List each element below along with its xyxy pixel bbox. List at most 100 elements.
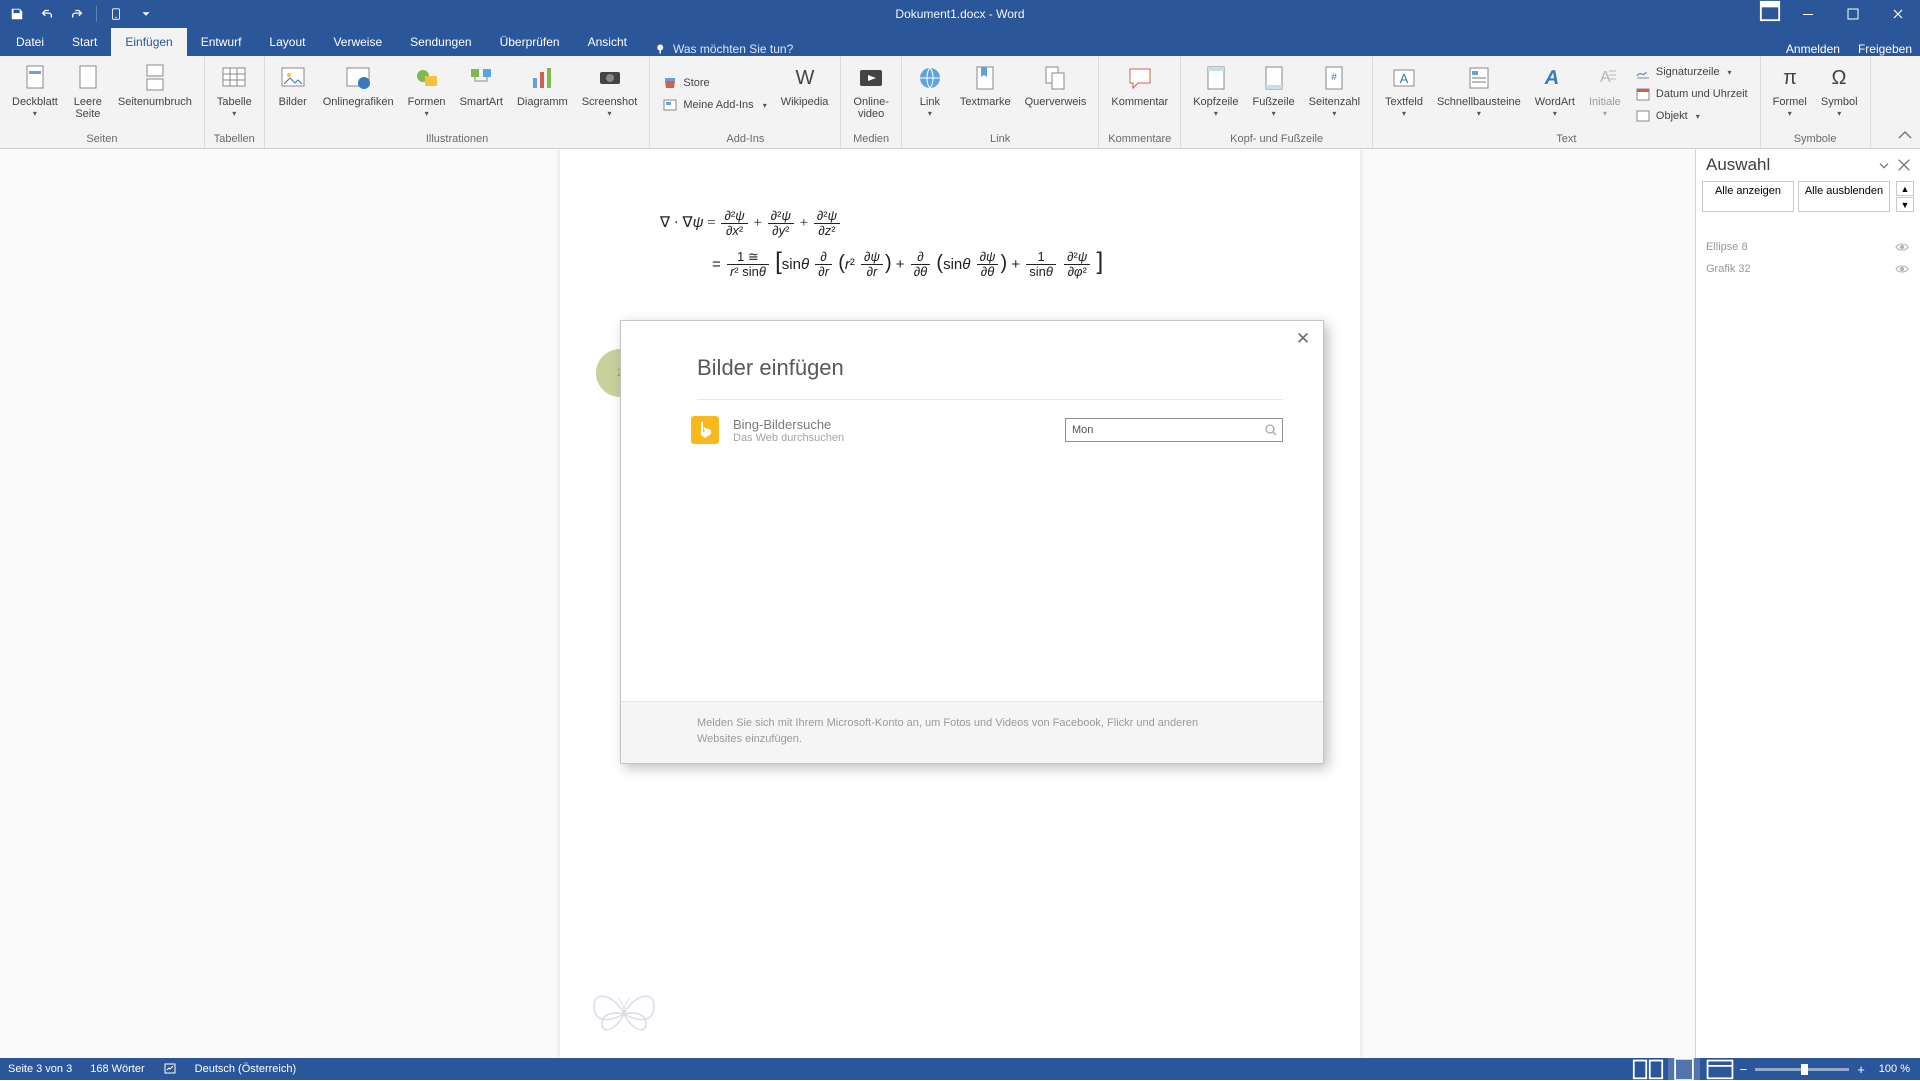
quick-access-toolbar xyxy=(0,3,159,25)
tab-home[interactable]: Start xyxy=(58,28,111,56)
status-language[interactable]: Deutsch (Österreich) xyxy=(195,1063,296,1075)
signin-link[interactable]: Anmelden xyxy=(1786,42,1840,56)
tab-insert[interactable]: Einfügen xyxy=(111,28,186,56)
textbox-icon: A xyxy=(1388,62,1420,94)
view-print-layout[interactable] xyxy=(1668,1058,1700,1080)
hyperlink-button[interactable]: Link▾ xyxy=(908,59,952,129)
pane-close-button[interactable] xyxy=(1896,157,1912,173)
tab-view[interactable]: Ansicht xyxy=(574,28,641,56)
group-label-headerfooter: Kopf- und Fußzeile xyxy=(1230,133,1323,148)
zoom-level[interactable]: 100 % xyxy=(1879,1063,1910,1075)
online-pictures-button[interactable]: Onlinegrafiken xyxy=(317,59,400,129)
table-button[interactable]: Tabelle▾ xyxy=(211,59,258,129)
comment-button[interactable]: Kommentar xyxy=(1105,59,1174,129)
zoom-in-button[interactable]: + xyxy=(1857,1062,1865,1077)
table-icon xyxy=(218,62,250,94)
equation-button[interactable]: πFormel▾ xyxy=(1767,59,1813,129)
save-button[interactable] xyxy=(4,3,30,25)
my-addins-icon xyxy=(662,97,678,113)
bing-search-input[interactable] xyxy=(1072,424,1264,436)
bring-forward-button[interactable]: ▲ xyxy=(1896,181,1914,196)
maximize-button[interactable] xyxy=(1830,0,1875,28)
tell-me-placeholder: Was möchten Sie tun? xyxy=(673,42,793,56)
status-proofing-icon[interactable] xyxy=(163,1061,177,1078)
bing-search-box[interactable] xyxy=(1065,418,1283,442)
send-backward-button[interactable]: ▼ xyxy=(1896,197,1914,212)
wordart-button[interactable]: AWordArt▾ xyxy=(1529,59,1581,129)
cover-page-button[interactable]: Deckblatt▾ xyxy=(6,59,64,129)
status-bar: Seite 3 von 3 168 Wörter Deutsch (Österr… xyxy=(0,1058,1920,1080)
ribbon-display-options[interactable] xyxy=(1759,0,1781,22)
minimize-button[interactable] xyxy=(1785,0,1830,28)
blank-page-button[interactable]: Leere Seite xyxy=(66,59,110,129)
screenshot-button[interactable]: Screenshot▾ xyxy=(576,59,644,129)
qat-customize-button[interactable] xyxy=(133,3,159,25)
signature-line-icon xyxy=(1635,64,1651,80)
butterfly-graphic[interactable] xyxy=(588,974,660,1046)
drop-cap-button[interactable]: AInitiale▾ xyxy=(1583,59,1627,129)
collapse-ribbon-button[interactable] xyxy=(1896,126,1914,144)
touch-mode-button[interactable] xyxy=(103,3,129,25)
footer-button[interactable]: Fußzeile▾ xyxy=(1246,59,1300,129)
equation-object[interactable]: ∇ · ∇ψ = ∂²ψ∂x² + ∂²ψ∂y² + ∂²ψ∂z² = 1 ≅r… xyxy=(660,209,1260,281)
wikipedia-button[interactable]: WWikipedia xyxy=(775,59,835,129)
undo-button[interactable] xyxy=(34,3,60,25)
pictures-button[interactable]: Bilder xyxy=(271,59,315,129)
svg-text:A: A xyxy=(1400,71,1409,86)
header-icon xyxy=(1200,62,1232,94)
selection-item-label: Grafik 32 xyxy=(1706,263,1751,275)
show-all-button[interactable]: Alle anzeigen xyxy=(1702,181,1794,212)
symbol-button[interactable]: ΩSymbol▾ xyxy=(1815,59,1864,129)
signature-line-button[interactable]: Signaturzeile▾ xyxy=(1629,62,1754,82)
page-number-button[interactable]: #Seitenzahl▾ xyxy=(1303,59,1366,129)
cross-reference-button[interactable]: Querverweis xyxy=(1019,59,1093,129)
tab-design[interactable]: Entwurf xyxy=(187,28,256,56)
view-web-layout[interactable] xyxy=(1704,1058,1736,1080)
tab-references[interactable]: Verweise xyxy=(319,28,396,56)
visibility-toggle[interactable] xyxy=(1894,261,1910,277)
online-video-button[interactable]: Online- video xyxy=(847,59,894,129)
date-time-button[interactable]: Datum und Uhrzeit xyxy=(1629,84,1754,104)
search-icon[interactable] xyxy=(1264,423,1278,437)
status-page[interactable]: Seite 3 von 3 xyxy=(8,1063,72,1075)
dialog-close-button[interactable]: ✕ xyxy=(1291,327,1315,351)
chart-button[interactable]: Diagramm xyxy=(511,59,574,129)
zoom-out-button[interactable]: − xyxy=(1740,1062,1748,1077)
svg-text:A: A xyxy=(1543,67,1562,89)
store-button[interactable]: Store xyxy=(656,73,772,93)
view-read-mode[interactable] xyxy=(1632,1058,1664,1080)
quick-parts-button[interactable]: Schnellbausteine▾ xyxy=(1431,59,1527,129)
selection-item[interactable]: Grafik 32 xyxy=(1696,258,1920,280)
status-word-count[interactable]: 168 Wörter xyxy=(90,1063,144,1075)
tell-me-search[interactable]: Was möchten Sie tun? xyxy=(641,42,793,56)
smartart-button[interactable]: SmartArt xyxy=(454,59,509,129)
header-button[interactable]: Kopfzeile▾ xyxy=(1187,59,1244,129)
shapes-button[interactable]: Formen▾ xyxy=(402,59,452,129)
textbox-button[interactable]: ATextfeld▾ xyxy=(1379,59,1429,129)
page-break-button[interactable]: Seitenumbruch xyxy=(112,59,198,129)
cross-reference-icon xyxy=(1039,62,1071,94)
close-button[interactable] xyxy=(1875,0,1920,28)
bookmark-button[interactable]: Textmarke xyxy=(954,59,1017,129)
tab-mailings[interactable]: Sendungen xyxy=(396,28,485,56)
tab-review[interactable]: Überprüfen xyxy=(486,28,574,56)
title-bar: Dokument1.docx - Word xyxy=(0,0,1920,28)
hide-all-button[interactable]: Alle ausblenden xyxy=(1798,181,1890,212)
my-addins-button[interactable]: Meine Add-Ins▾ xyxy=(656,95,772,115)
hyperlink-icon xyxy=(914,62,946,94)
bing-search-title[interactable]: Bing-Bildersuche xyxy=(733,417,844,432)
share-link[interactable]: Freigeben xyxy=(1858,42,1912,56)
selection-pane-title: Auswahl xyxy=(1706,155,1770,175)
visibility-toggle[interactable] xyxy=(1894,239,1910,255)
tab-layout[interactable]: Layout xyxy=(255,28,319,56)
tab-file[interactable]: Datei xyxy=(2,28,58,56)
page-number-icon: # xyxy=(1318,62,1350,94)
zoom-slider[interactable] xyxy=(1755,1068,1849,1071)
redo-button[interactable] xyxy=(64,3,90,25)
pane-options-button[interactable] xyxy=(1876,157,1892,173)
selection-item[interactable]: Ellipse 8 xyxy=(1696,236,1920,258)
object-button[interactable]: Objekt▾ xyxy=(1629,106,1754,126)
blank-page-icon xyxy=(72,62,104,94)
ribbon: Deckblatt▾ Leere Seite Seitenumbruch Sei… xyxy=(0,56,1920,149)
store-icon xyxy=(662,75,678,91)
